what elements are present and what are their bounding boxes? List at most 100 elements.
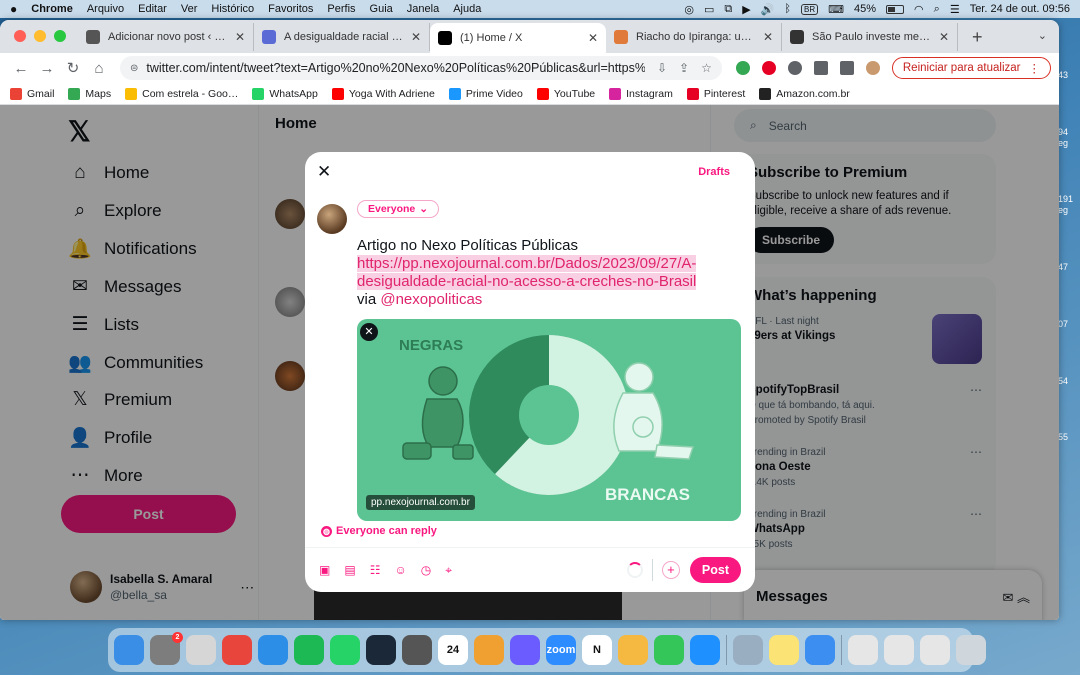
- calendar-icon[interactable]: 24: [438, 635, 468, 665]
- menu-favoritos[interactable]: Favoritos: [268, 3, 313, 15]
- whatsapp-icon[interactable]: [330, 635, 360, 665]
- launchpad-icon[interactable]: [186, 635, 216, 665]
- steam-icon[interactable]: [366, 635, 396, 665]
- bookmark-item[interactable]: WhatsApp: [252, 87, 318, 100]
- poll-icon[interactable]: ☷: [370, 563, 381, 577]
- app-store-icon[interactable]: [690, 635, 720, 665]
- bookmark-item[interactable]: Pinterest: [686, 87, 745, 100]
- audience-selector[interactable]: Everyone ⌄: [357, 200, 440, 218]
- bookmark-item[interactable]: Amazon.com.br: [759, 87, 850, 100]
- safari-icon[interactable]: [258, 635, 288, 665]
- browser-tab[interactable]: Adicionar novo post ‹ Observa… ✕: [78, 23, 254, 51]
- bookmark-item[interactable]: Instagram: [609, 87, 673, 100]
- tweet-textarea[interactable]: Artigo no Nexo Políticas Públicas https:…: [357, 237, 742, 309]
- forward-icon[interactable]: →: [34, 60, 60, 77]
- volume-icon[interactable]: 🔊: [761, 3, 775, 16]
- menu-arquivo[interactable]: Arquivo: [87, 3, 124, 15]
- bookmark-item[interactable]: Prime Video: [448, 87, 523, 100]
- bookmark-item[interactable]: Yoga With Adriene: [331, 87, 435, 100]
- chrome-icon[interactable]: [222, 635, 252, 665]
- app-icon[interactable]: [510, 635, 540, 665]
- play-icon[interactable]: ▶: [742, 3, 750, 16]
- pinterest-extension-icon[interactable]: [761, 61, 776, 75]
- preview-icon[interactable]: [733, 635, 763, 665]
- status-icon[interactable]: ◎: [684, 3, 694, 16]
- tab-search-icon[interactable]: ⌄: [1038, 29, 1047, 42]
- zoom-window-button[interactable]: [54, 30, 66, 42]
- menu-janela[interactable]: Janela: [407, 3, 439, 15]
- schedule-icon[interactable]: ◷: [421, 563, 431, 577]
- link-preview-card[interactable]: ✕ NEGRAS BRANCAS pp.nexojournal.com.br: [357, 319, 741, 521]
- bookmark-item[interactable]: Com estrela - Goo…: [125, 87, 238, 100]
- install-icon[interactable]: ⇩: [657, 61, 667, 75]
- reply-setting[interactable]: ◍ Everyone can reply: [321, 525, 437, 537]
- tab-close-icon[interactable]: ✕: [763, 30, 773, 44]
- wifi-icon[interactable]: ◠: [914, 3, 924, 16]
- tweet-link[interactable]: https://pp.nexojournal.com.br/Dados/2023…: [357, 255, 697, 290]
- window-thumb-3-icon[interactable]: [920, 635, 950, 665]
- tab-close-icon[interactable]: ✕: [235, 30, 245, 44]
- gif-icon[interactable]: ▤: [344, 563, 355, 577]
- clock[interactable]: Ter. 24 de out. 09:56: [970, 3, 1070, 15]
- post-button[interactable]: Post: [689, 557, 741, 583]
- downloads-icon[interactable]: [813, 61, 828, 75]
- control-center-icon[interactable]: ☰: [950, 3, 960, 16]
- new-tab-button[interactable]: +: [972, 27, 983, 48]
- menu-guia[interactable]: Guia: [370, 3, 393, 15]
- minimize-window-button[interactable]: [34, 30, 46, 42]
- remove-card-icon[interactable]: ✕: [360, 323, 378, 341]
- calculator-icon[interactable]: [402, 635, 432, 665]
- photos-icon[interactable]: [618, 635, 648, 665]
- drafts-button[interactable]: Drafts: [698, 166, 730, 178]
- keyboard-icon[interactable]: ⌨: [828, 3, 844, 16]
- home-icon[interactable]: ⌂: [86, 60, 112, 77]
- side-panel-icon[interactable]: [839, 61, 854, 75]
- facetime-icon[interactable]: [654, 635, 684, 665]
- share-icon[interactable]: ⇪: [679, 61, 689, 75]
- search-icon[interactable]: ⌕: [934, 3, 940, 16]
- kebab-menu-icon[interactable]: ⋮: [1029, 61, 1041, 75]
- apple-menu-icon[interactable]: ●: [10, 2, 17, 16]
- display-icon[interactable]: ▭: [704, 3, 714, 16]
- menu-ver[interactable]: Ver: [181, 3, 198, 15]
- extension-green-icon[interactable]: [735, 61, 750, 75]
- add-post-button[interactable]: +: [661, 561, 680, 579]
- menu-ajuda[interactable]: Ajuda: [453, 3, 481, 15]
- url-text[interactable]: twitter.com/intent/tweet?text=Artigo%20n…: [146, 61, 645, 75]
- bookmark-item[interactable]: Gmail: [10, 87, 54, 100]
- bookmark-item[interactable]: Maps: [68, 87, 111, 100]
- extensions-puzzle-icon[interactable]: [787, 61, 802, 75]
- tab-close-icon[interactable]: ✕: [411, 30, 421, 44]
- mail-icon[interactable]: [805, 635, 835, 665]
- finder-icon[interactable]: [114, 635, 144, 665]
- site-info-icon[interactable]: ⊜: [130, 63, 138, 74]
- notion-icon[interactable]: N: [582, 635, 612, 665]
- system-settings-icon[interactable]: 2: [150, 632, 183, 665]
- media-icon[interactable]: ▣: [319, 563, 330, 577]
- notes-icon[interactable]: [769, 635, 799, 665]
- tweet-mention[interactable]: @nexopoliticas: [380, 291, 482, 308]
- zoom-icon[interactable]: zoom: [546, 635, 576, 665]
- close-window-button[interactable]: [14, 30, 26, 42]
- browser-tab[interactable]: A desigualdade racial no aces… ✕: [254, 23, 430, 51]
- input-source-icon[interactable]: BR: [800, 3, 819, 15]
- window-thumb-2-icon[interactable]: [884, 635, 914, 665]
- back-icon[interactable]: ←: [8, 60, 34, 77]
- close-icon[interactable]: ✕: [317, 162, 331, 182]
- menu-histórico[interactable]: Histórico: [211, 3, 254, 15]
- bluetooth-icon[interactable]: ᛒ: [784, 3, 791, 15]
- relaunch-button[interactable]: Reiniciar para atualizar ⋮: [891, 57, 1051, 79]
- bookmark-star-icon[interactable]: ☆: [701, 61, 712, 75]
- menu-editar[interactable]: Editar: [138, 3, 167, 15]
- address-bar[interactable]: ⊜ twitter.com/intent/tweet?text=Artigo%2…: [120, 56, 722, 80]
- bookmark-item[interactable]: YouTube: [536, 87, 595, 100]
- tab-close-icon[interactable]: ✕: [588, 31, 598, 45]
- reload-icon[interactable]: ↻: [60, 59, 86, 77]
- browser-tab[interactable]: São Paulo investe menos de 2… ✕: [782, 23, 958, 51]
- battery-icon[interactable]: [886, 4, 905, 14]
- location-icon[interactable]: ⌖: [445, 563, 452, 578]
- menu-perfis[interactable]: Perfis: [327, 3, 355, 15]
- trash-icon[interactable]: [956, 635, 986, 665]
- tab-close-icon[interactable]: ✕: [939, 30, 949, 44]
- emoji-icon[interactable]: ☺: [394, 563, 406, 577]
